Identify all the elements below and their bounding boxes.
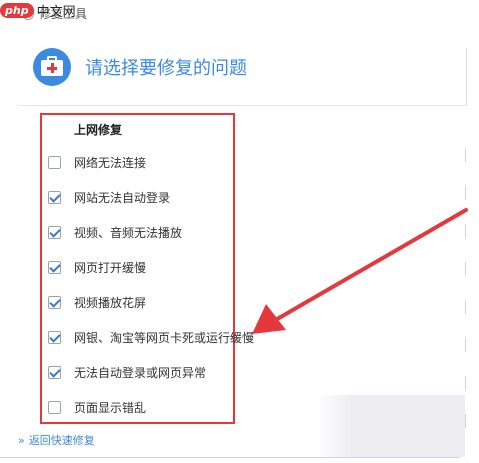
watermark-logo: php 中文网 [0, 0, 76, 20]
footer-divider [0, 457, 460, 458]
annotation-arrow-icon [252, 208, 468, 334]
back-link-label: 返回快速修复 [28, 434, 95, 447]
back-to-quick-repair-link[interactable]: ›› 返回快速修复 [18, 432, 95, 448]
watermark-text: 中文网 [36, 4, 76, 20]
double-chevron-right-icon: ›› [18, 433, 25, 447]
watermark-badge: php [0, 2, 34, 18]
